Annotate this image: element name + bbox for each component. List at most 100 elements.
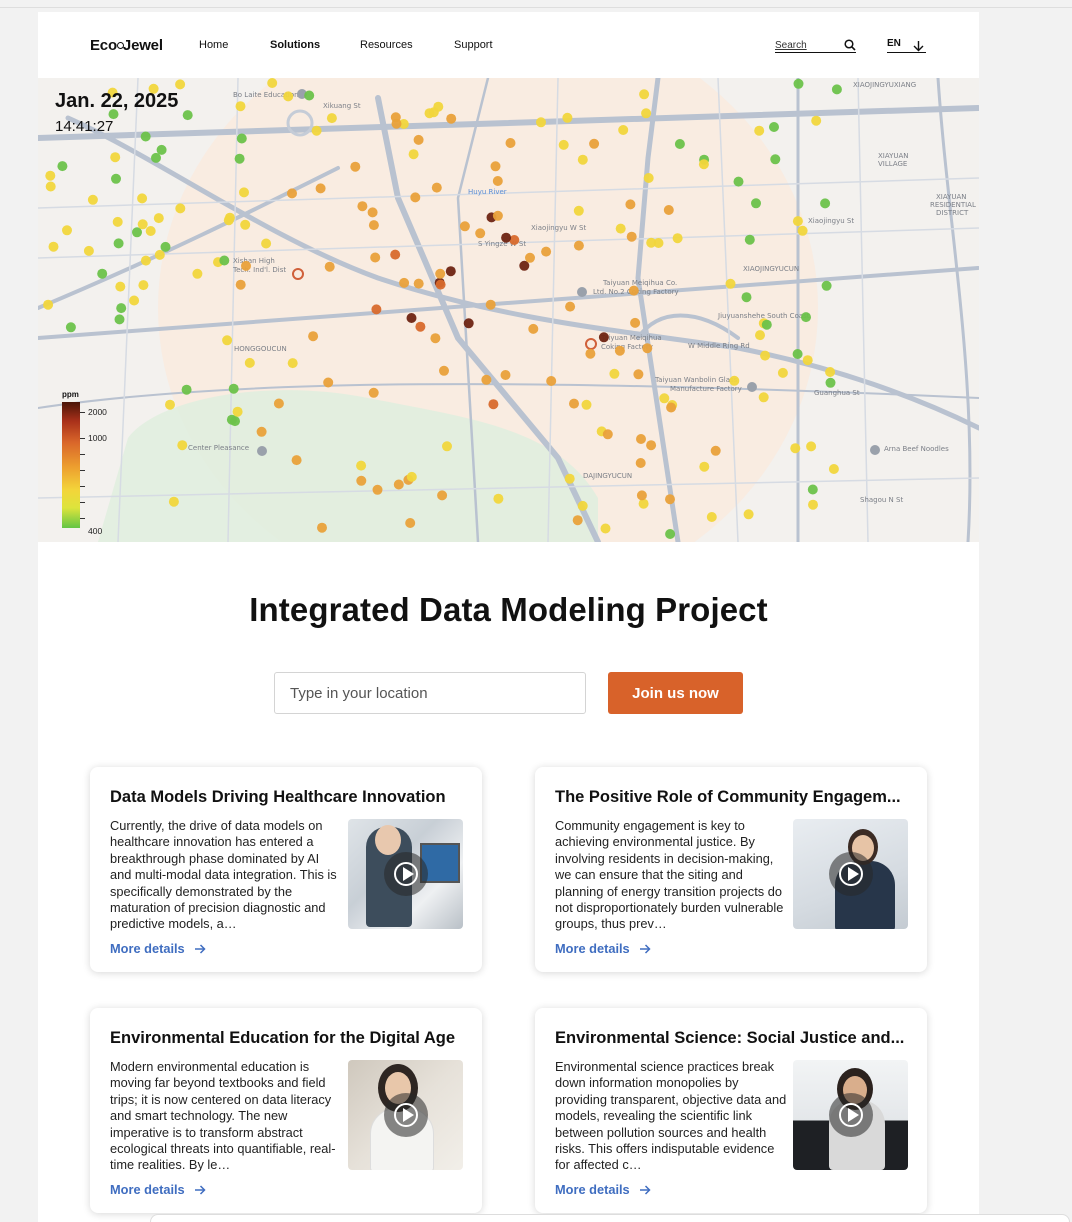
sensor-dot[interactable] bbox=[633, 369, 644, 380]
sensor-dot[interactable] bbox=[638, 498, 649, 509]
sensor-dot[interactable] bbox=[828, 464, 839, 474]
sensor-dot[interactable] bbox=[357, 201, 368, 212]
sensor-dot[interactable] bbox=[234, 153, 245, 164]
more-details-link[interactable]: More details bbox=[110, 941, 206, 956]
play-icon[interactable] bbox=[384, 1093, 428, 1137]
sensor-dot[interactable] bbox=[219, 255, 230, 266]
sensor-dot[interactable] bbox=[140, 131, 151, 142]
sensor-dot[interactable] bbox=[114, 314, 125, 325]
location-input[interactable] bbox=[274, 672, 586, 714]
sensor-dot[interactable] bbox=[743, 509, 754, 520]
sensor-dot[interactable] bbox=[577, 500, 588, 511]
language-select[interactable]: EN bbox=[887, 38, 926, 53]
sensor-dot[interactable] bbox=[57, 161, 68, 172]
sensor-dot[interactable] bbox=[137, 219, 148, 230]
sensor-dot[interactable] bbox=[754, 125, 765, 136]
sensor-dot[interactable] bbox=[415, 321, 426, 332]
play-icon[interactable] bbox=[829, 1093, 873, 1137]
sensor-dot[interactable] bbox=[256, 426, 267, 437]
sensor-dot[interactable] bbox=[410, 192, 421, 203]
sensor-dot[interactable] bbox=[808, 499, 818, 510]
sensor-dot[interactable] bbox=[577, 154, 588, 165]
sensor-dot[interactable] bbox=[368, 220, 379, 231]
sensor-dot[interactable] bbox=[528, 323, 539, 334]
sensor-dot[interactable] bbox=[761, 319, 772, 330]
sensor-dot[interactable] bbox=[445, 266, 456, 277]
sensor-dot[interactable] bbox=[615, 223, 626, 234]
brand-logo[interactable]: Eco Jewel bbox=[90, 37, 163, 54]
sensor-dot[interactable] bbox=[240, 219, 251, 230]
sensor-dot[interactable] bbox=[45, 181, 56, 192]
sensor-dot[interactable] bbox=[267, 78, 278, 88]
sensor-dot[interactable] bbox=[390, 112, 401, 123]
sensor-dot[interactable] bbox=[160, 241, 171, 252]
sensor-dot[interactable] bbox=[558, 139, 569, 150]
sensor-dot[interactable] bbox=[501, 232, 512, 243]
sensor-dot[interactable] bbox=[760, 350, 771, 361]
sensor-dot[interactable] bbox=[165, 399, 175, 410]
article-card[interactable]: Data Models Driving Healthcare Innovatio… bbox=[90, 767, 482, 972]
sensor-dot[interactable] bbox=[132, 227, 142, 238]
sensor-dot[interactable] bbox=[446, 113, 457, 124]
sensor-dot[interactable] bbox=[755, 330, 765, 341]
sensor-dot[interactable] bbox=[435, 268, 446, 279]
sensor-dot[interactable] bbox=[725, 278, 736, 289]
sensor-dot[interactable] bbox=[674, 139, 685, 149]
sensor-dot[interactable] bbox=[283, 91, 294, 102]
sensor-dot[interactable] bbox=[488, 399, 499, 410]
sensor-dot[interactable] bbox=[244, 357, 255, 368]
sensor-dot[interactable] bbox=[741, 292, 752, 303]
sensor-dot[interactable] bbox=[181, 384, 192, 395]
sensor-dot[interactable] bbox=[665, 494, 675, 505]
more-details-link[interactable]: More details bbox=[555, 941, 651, 956]
sensor-dot[interactable] bbox=[710, 445, 721, 456]
sensor-dot[interactable] bbox=[413, 278, 424, 289]
sensor-dot[interactable] bbox=[493, 493, 504, 504]
sensor-dot[interactable] bbox=[646, 440, 657, 451]
sensor-dot[interactable] bbox=[439, 365, 449, 376]
search-icon[interactable] bbox=[844, 39, 856, 51]
sensor-dot[interactable] bbox=[463, 318, 474, 329]
sensor-dot[interactable] bbox=[614, 345, 625, 356]
play-icon[interactable] bbox=[384, 852, 428, 896]
sensor-dot[interactable] bbox=[177, 440, 188, 451]
sensor-dot[interactable] bbox=[175, 203, 186, 214]
sensor-dot[interactable] bbox=[585, 348, 596, 359]
sensor-dot[interactable] bbox=[137, 193, 148, 204]
sensor-dot[interactable] bbox=[573, 205, 584, 216]
sensor-dot[interactable] bbox=[630, 317, 641, 328]
article-card[interactable]: The Positive Role of Community Engagem..… bbox=[535, 767, 927, 972]
sensor-dot[interactable] bbox=[625, 199, 636, 210]
sensor-dot[interactable] bbox=[406, 471, 417, 482]
sensor-dot[interactable] bbox=[758, 392, 769, 403]
sensor-dot[interactable] bbox=[232, 406, 243, 417]
sensor-dot[interactable] bbox=[111, 173, 121, 184]
video-thumbnail[interactable] bbox=[348, 819, 463, 929]
nav-home[interactable]: Home bbox=[199, 39, 228, 51]
article-card[interactable]: Environmental Science: Social Justice an… bbox=[535, 1008, 927, 1213]
sensor-dot[interactable] bbox=[635, 458, 646, 468]
sensor-dot[interactable] bbox=[639, 89, 650, 100]
sensor-dot[interactable] bbox=[87, 194, 98, 205]
sensor-dot[interactable] bbox=[525, 252, 535, 263]
sensor-dot[interactable] bbox=[672, 233, 683, 244]
video-thumbnail[interactable] bbox=[793, 819, 908, 929]
sensor-dot[interactable] bbox=[825, 377, 836, 388]
sensor-dot[interactable] bbox=[589, 138, 600, 149]
sensor-dot[interactable] bbox=[572, 515, 583, 526]
sensor-dot[interactable] bbox=[222, 335, 233, 346]
sensor-dot[interactable] bbox=[168, 496, 179, 507]
sensor-dot[interactable] bbox=[116, 303, 127, 314]
sensor-dot[interactable] bbox=[43, 299, 54, 310]
sensor-dot[interactable] bbox=[317, 522, 327, 533]
nav-support[interactable]: Support bbox=[454, 39, 493, 51]
video-thumbnail[interactable] bbox=[793, 1060, 908, 1170]
sensor-dot[interactable] bbox=[431, 182, 442, 193]
sensor-dot[interactable] bbox=[442, 441, 452, 452]
sensor-dot[interactable] bbox=[636, 490, 647, 501]
sensor-dot[interactable] bbox=[83, 245, 94, 256]
nav-solutions[interactable]: Solutions bbox=[270, 39, 320, 51]
sensor-dot[interactable] bbox=[777, 367, 788, 378]
sensor-dot[interactable] bbox=[663, 205, 674, 215]
sensor-dot[interactable] bbox=[769, 122, 779, 132]
